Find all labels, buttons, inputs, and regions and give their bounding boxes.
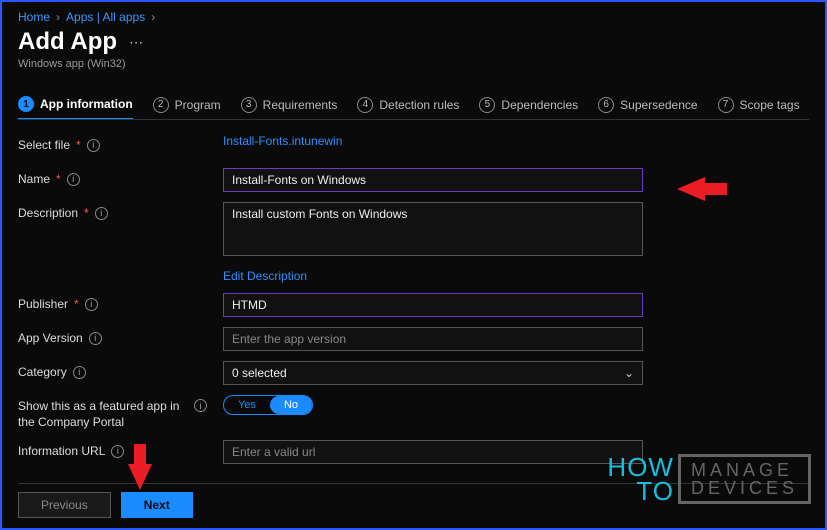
tab-program[interactable]: 2 Program — [153, 91, 221, 119]
required-marker: * — [76, 138, 81, 152]
page-title: Add App — [18, 28, 117, 56]
chevron-right-icon: › — [56, 10, 60, 24]
description-input[interactable] — [223, 202, 643, 256]
tab-label: Scope tags — [740, 98, 800, 112]
required-marker: * — [84, 206, 89, 220]
info-icon[interactable]: i — [67, 173, 80, 186]
breadcrumb-home[interactable]: Home — [18, 10, 50, 24]
step-number-icon: 7 — [718, 97, 734, 113]
tab-requirements[interactable]: 3 Requirements — [241, 91, 338, 119]
toggle-yes[interactable]: Yes — [224, 396, 270, 414]
tab-label: App information — [40, 97, 133, 111]
selected-file-link[interactable]: Install-Fonts.intunewin — [223, 134, 342, 148]
wizard-tabs: 1 App information 2 Program 3 Requiremen… — [18, 90, 809, 120]
toggle-no[interactable]: No — [270, 396, 312, 414]
information-url-label: Information URL — [18, 444, 105, 458]
description-label: Description — [18, 206, 78, 220]
app-version-label: App Version — [18, 331, 83, 345]
tab-scope-tags[interactable]: 7 Scope tags — [718, 91, 800, 119]
tab-label: Dependencies — [501, 98, 578, 112]
step-number-icon: 4 — [357, 97, 373, 113]
info-icon[interactable]: i — [73, 366, 86, 379]
publisher-label: Publisher — [18, 297, 68, 311]
step-number-icon: 1 — [18, 96, 34, 112]
info-icon[interactable]: i — [111, 445, 124, 458]
more-actions-icon[interactable]: ⋯ — [129, 34, 143, 51]
next-button[interactable]: Next — [121, 492, 193, 518]
annotation-arrow-icon — [128, 464, 152, 490]
breadcrumb-apps[interactable]: Apps | All apps — [66, 10, 145, 24]
tab-detection-rules[interactable]: 4 Detection rules — [357, 91, 459, 119]
tab-dependencies[interactable]: 5 Dependencies — [479, 91, 578, 119]
tab-label: Requirements — [263, 98, 338, 112]
information-url-input[interactable] — [223, 440, 643, 464]
featured-app-toggle[interactable]: Yes No — [223, 395, 313, 415]
tab-label: Program — [175, 98, 221, 112]
app-version-input[interactable] — [223, 327, 643, 351]
step-number-icon: 3 — [241, 97, 257, 113]
category-label: Category — [18, 365, 67, 379]
tab-label: Supersedence — [620, 98, 697, 112]
info-icon[interactable]: i — [87, 139, 100, 152]
category-selected-value: 0 selected — [232, 366, 287, 380]
page-subtitle: Windows app (Win32) — [18, 58, 809, 70]
featured-app-label: Show this as a featured app in the Compa… — [18, 399, 188, 430]
info-icon[interactable]: i — [85, 298, 98, 311]
tab-label: Detection rules — [379, 98, 459, 112]
select-file-label: Select file — [18, 138, 70, 152]
name-input[interactable] — [223, 168, 643, 192]
step-number-icon: 6 — [598, 97, 614, 113]
chevron-right-icon: › — [151, 10, 155, 24]
chevron-down-icon: ⌄ — [624, 366, 634, 380]
publisher-input[interactable] — [223, 293, 643, 317]
step-number-icon: 5 — [479, 97, 495, 113]
category-select[interactable]: 0 selected ⌄ — [223, 361, 643, 385]
breadcrumb: Home › Apps | All apps › — [18, 6, 809, 24]
tab-supersedence[interactable]: 6 Supersedence — [598, 91, 697, 119]
info-icon[interactable]: i — [95, 207, 108, 220]
info-icon[interactable]: i — [89, 332, 102, 345]
name-label: Name — [18, 172, 50, 186]
info-icon[interactable]: i — [194, 399, 207, 412]
annotation-arrow-icon — [677, 177, 705, 201]
required-marker: * — [74, 297, 79, 311]
required-marker: * — [56, 172, 61, 186]
edit-description-link[interactable]: Edit Description — [223, 269, 307, 283]
step-number-icon: 2 — [153, 97, 169, 113]
tab-app-information[interactable]: 1 App information — [18, 90, 133, 120]
previous-button: Previous — [18, 492, 111, 518]
